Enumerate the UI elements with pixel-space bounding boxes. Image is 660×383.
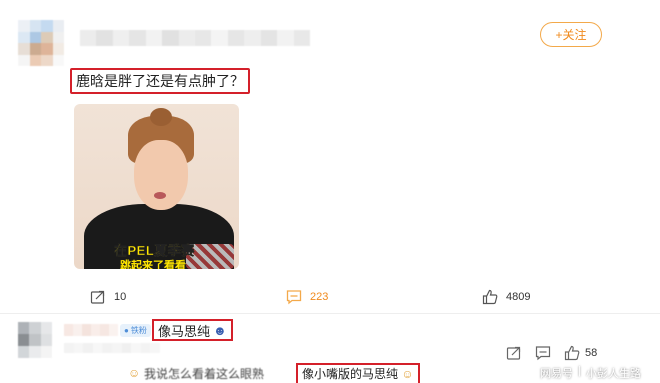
like-count: 4809 xyxy=(506,291,531,303)
image-caption: 跳起来了看看 xyxy=(120,260,186,269)
commenter-name-blurred xyxy=(64,324,118,336)
share-button[interactable]: 10 xyxy=(90,289,126,305)
laughing-emoji-icon: ☻ xyxy=(213,322,227,338)
comment-count: 223 xyxy=(310,291,329,303)
follow-button[interactable]: +关注 xyxy=(540,22,602,47)
thumbs-up-icon xyxy=(482,289,498,305)
share-icon xyxy=(90,290,105,304)
username-blurred xyxy=(80,30,310,46)
like-button[interactable]: 4809 xyxy=(482,289,530,305)
share-count: 10 xyxy=(114,291,127,303)
comment-button[interactable]: 223 xyxy=(286,289,328,305)
avatar[interactable] xyxy=(18,322,52,358)
watermark: 网易号 | 小彭人生路 xyxy=(540,365,641,380)
divider xyxy=(0,313,660,314)
post-image[interactable]: 在PEL夏季赛 跳起来了看看 xyxy=(74,104,239,269)
comment-text: 像马思纯 ☻ xyxy=(152,319,233,341)
comment-meta-blurred xyxy=(64,343,160,353)
comment-like-button[interactable]: 58 xyxy=(564,345,597,361)
comment-icon xyxy=(286,290,302,305)
badge-icon: ● xyxy=(124,326,129,335)
share-icon[interactable] xyxy=(506,345,522,361)
comment-like-count: 58 xyxy=(585,347,598,359)
comment-text: 我说怎么看着这么眼熟 xyxy=(144,367,265,381)
comment-actions: 58 xyxy=(506,345,597,361)
avatar[interactable] xyxy=(18,20,64,66)
fan-badge: ● 铁粉 xyxy=(120,324,151,337)
emoji-icon: ☺ xyxy=(128,366,141,380)
thumbs-up-icon xyxy=(564,345,580,361)
post-text: 鹿晗是胖了还是有点肿了？ xyxy=(70,68,250,94)
comment-text-highlight: 像小嘴版的马思纯 ☺ xyxy=(296,363,420,383)
comment-icon[interactable] xyxy=(535,345,551,361)
emoji-icon: ☺ xyxy=(401,367,414,381)
